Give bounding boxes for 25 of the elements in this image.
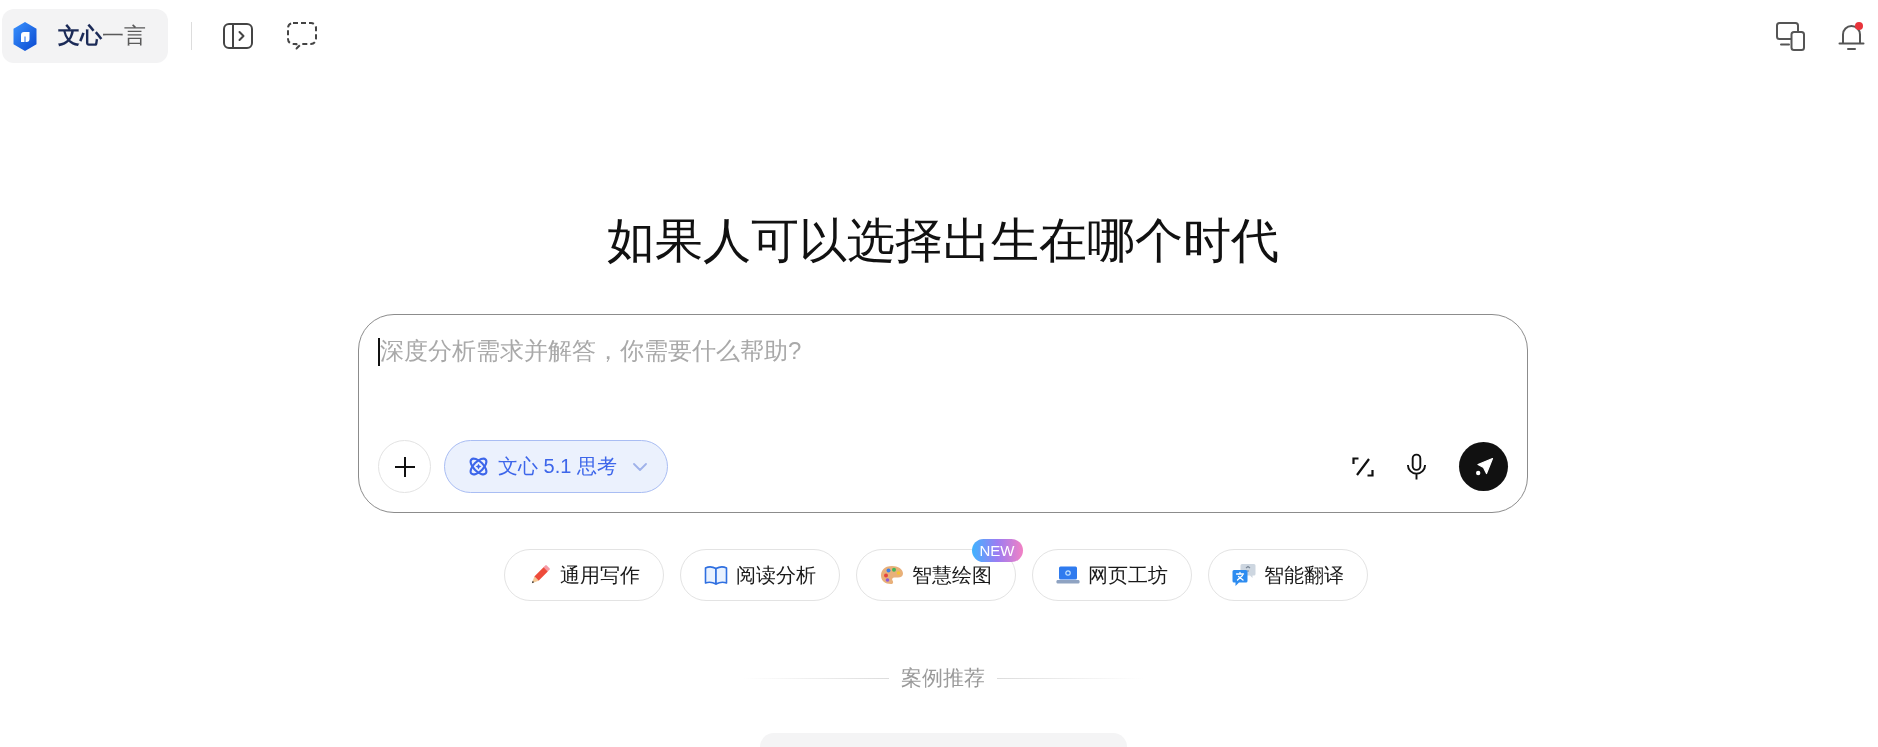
palette-icon — [879, 563, 904, 587]
chat-bubble-icon[interactable] — [287, 22, 317, 50]
microphone-icon[interactable] — [1406, 452, 1427, 481]
page-title: 如果人可以选择出生在哪个时代 — [607, 213, 1279, 269]
logo-icon — [13, 20, 37, 52]
shortcut-button[interactable]: 阅读分析 — [679, 549, 840, 601]
message-input[interactable]: 深度分析需求并解答，你需要什么帮助? — [380, 335, 1508, 369]
logo-link[interactable]: 文心一言 — [2, 9, 168, 63]
sidebar-toggle-icon[interactable] — [223, 23, 253, 49]
shortcut-button[interactable]: 通用写作 — [503, 549, 664, 601]
aspect-ratio-icon[interactable] — [1352, 456, 1374, 477]
shortcut-button[interactable]: 智能翻译 — [1207, 549, 1368, 601]
devices-icon[interactable] — [1776, 21, 1805, 51]
plus-icon — [393, 455, 416, 478]
send-button[interactable] — [1459, 442, 1508, 491]
paper-plane-icon — [1473, 456, 1494, 477]
chat-bubbles-icon — [1231, 563, 1256, 587]
book-icon — [703, 563, 728, 587]
add-button[interactable] — [378, 440, 431, 493]
knot-icon — [467, 455, 490, 478]
feature-badge: NEW — [971, 539, 1023, 562]
section-heading: 案例推荐 — [901, 665, 985, 691]
shortcut-button[interactable]: 网页工坊 — [1031, 549, 1192, 601]
model-selector[interactable]: 文心 5.1 思考 — [444, 440, 668, 493]
chevron-down-icon — [632, 462, 647, 471]
